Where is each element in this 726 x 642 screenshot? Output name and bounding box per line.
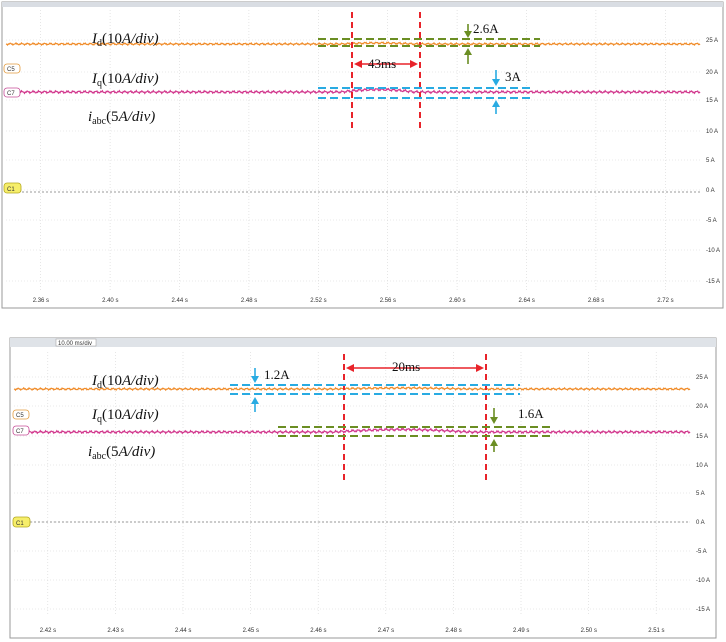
right-axis-label: 20 A bbox=[706, 70, 718, 76]
x-tick-label: 2.50 s bbox=[581, 628, 597, 634]
svg-text:C1: C1 bbox=[7, 187, 15, 193]
top-iq-label: Iq(10A/div) bbox=[91, 71, 159, 89]
bottom-iq-label: Iq(10A/div) bbox=[91, 407, 159, 425]
bottom-chip-c7: C7 bbox=[12, 425, 30, 436]
right-axis-label: 20 A bbox=[696, 404, 708, 410]
right-axis-label: -15 A bbox=[696, 607, 710, 613]
top-chip-c5: C5 bbox=[3, 63, 21, 74]
svg-text:C7: C7 bbox=[16, 429, 24, 435]
x-tick-label: 2.56 s bbox=[380, 298, 396, 304]
x-tick-label: 2.44 s bbox=[175, 628, 191, 634]
top-panel: C5 C7 C1 Id(10A/div) Iq(10A/div) iabc(5A… bbox=[2, 2, 724, 309]
top-id-ripple-label: 2.6A bbox=[473, 21, 499, 36]
x-tick-label: 2.43 s bbox=[107, 628, 123, 634]
bottom-interval-label: 20ms bbox=[392, 359, 420, 374]
x-tick-label: 2.46 s bbox=[310, 628, 326, 634]
x-tick-label: 2.51 s bbox=[648, 628, 664, 634]
bottom-iq-ripple-label: 1.6A bbox=[518, 406, 544, 421]
right-axis-label: 15 A bbox=[696, 434, 708, 440]
top-id-label: Id(10A/div) bbox=[91, 31, 159, 49]
x-tick-label: 2.68 s bbox=[588, 298, 604, 304]
bottom-chip-c5: C5 bbox=[12, 409, 30, 420]
x-tick-label: 2.40 s bbox=[102, 298, 118, 304]
right-axis-label: 25 A bbox=[706, 38, 718, 44]
top-chip-c7: C7 bbox=[3, 87, 21, 98]
right-axis-label: 5 A bbox=[696, 491, 705, 497]
x-tick-label: 2.48 s bbox=[445, 628, 461, 634]
right-axis-label: 0 A bbox=[696, 520, 705, 526]
right-axis-label: 10 A bbox=[696, 463, 708, 469]
top-iq-ripple-label: 3A bbox=[505, 69, 522, 84]
svg-text:C5: C5 bbox=[16, 413, 24, 419]
bottom-panel: 10.00 ms/div C5 C7 C1 Id(10A/div) Iq(10A… bbox=[10, 338, 717, 639]
svg-text:C1: C1 bbox=[16, 521, 24, 527]
right-axis-label: -15 A bbox=[706, 279, 720, 285]
right-axis-label: -10 A bbox=[706, 248, 720, 254]
x-tick-label: 2.45 s bbox=[243, 628, 259, 634]
x-tick-label: 2.60 s bbox=[449, 298, 465, 304]
x-tick-label: 2.64 s bbox=[519, 298, 535, 304]
right-axis-label: -5 A bbox=[706, 218, 717, 224]
top-panel-header-bar bbox=[2, 2, 723, 7]
x-tick-label: 2.72 s bbox=[657, 298, 673, 304]
x-tick-label: 2.49 s bbox=[513, 628, 529, 634]
x-tick-label: 2.36 s bbox=[33, 298, 49, 304]
oscilloscope-figure: C5 C7 C1 Id(10A/div) Iq(10A/div) iabc(5A… bbox=[0, 0, 726, 642]
x-tick-label: 2.42 s bbox=[40, 628, 56, 634]
x-tick-label: 2.44 s bbox=[172, 298, 188, 304]
right-axis-label: 5 A bbox=[706, 158, 715, 164]
bottom-chip-c1: C1 bbox=[12, 516, 31, 528]
x-tick-label: 2.47 s bbox=[378, 628, 394, 634]
bottom-id-label: Id(10A/div) bbox=[91, 373, 159, 391]
right-axis-label: -5 A bbox=[696, 549, 707, 555]
x-tick-label: 2.52 s bbox=[310, 298, 326, 304]
x-tick-label: 2.48 s bbox=[241, 298, 257, 304]
right-axis-label: 0 A bbox=[706, 188, 715, 194]
scope-svg: C5 C7 C1 Id(10A/div) Iq(10A/div) iabc(5A… bbox=[0, 0, 724, 639]
right-axis-label: 10 A bbox=[706, 129, 718, 135]
right-axis-label: 15 A bbox=[706, 98, 718, 104]
top-chip-c1: C1 bbox=[3, 182, 22, 194]
right-axis-label: -10 A bbox=[696, 578, 710, 584]
svg-text:C5: C5 bbox=[7, 67, 15, 73]
svg-text:C7: C7 bbox=[7, 91, 15, 97]
bottom-timebase-label: 10.00 ms/div bbox=[58, 341, 92, 347]
top-interval-label: 43ms bbox=[368, 56, 396, 71]
bottom-id-ripple-label: 1.2A bbox=[264, 367, 290, 382]
right-axis-label: 25 A bbox=[696, 375, 708, 381]
bottom-panel-header-bar bbox=[10, 338, 716, 347]
